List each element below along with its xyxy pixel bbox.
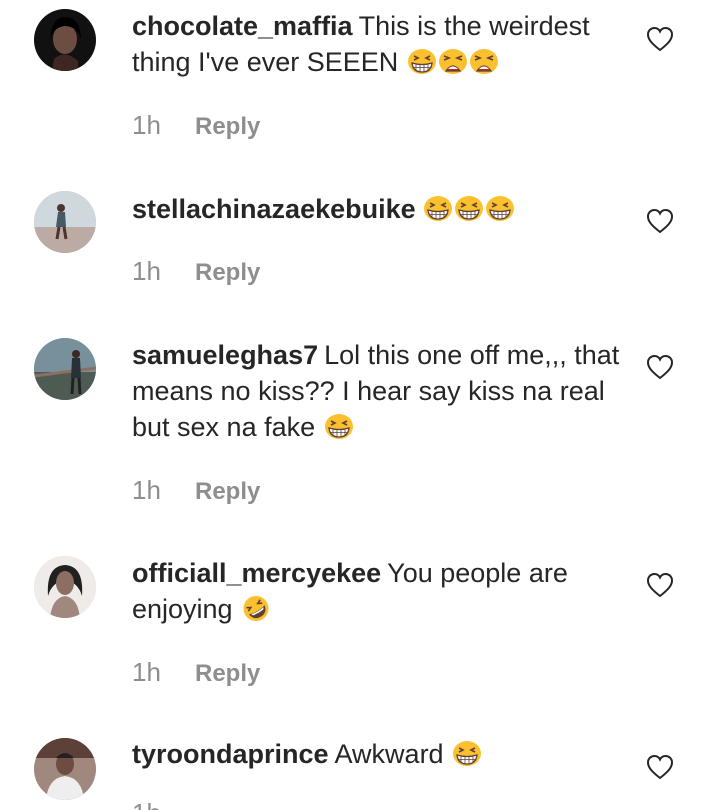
avatar-icon xyxy=(34,738,96,800)
comment-meta: 1h Reply xyxy=(132,657,260,688)
comment-username[interactable]: samueleghas7 xyxy=(132,340,318,370)
like-heart-icon[interactable] xyxy=(646,208,674,234)
like-heart-icon[interactable] xyxy=(646,26,674,52)
avatar[interactable] xyxy=(34,9,96,71)
grinning-squint-face-icon xyxy=(485,195,515,222)
comment-body: Awkward xyxy=(334,739,444,769)
avatar[interactable] xyxy=(34,338,96,400)
like-heart-icon[interactable] xyxy=(646,572,674,598)
grinning-squint-face-icon xyxy=(452,740,482,767)
grinning-squint-face-icon xyxy=(324,413,354,440)
reply-button[interactable]: Reply xyxy=(195,660,260,688)
like-heart-icon[interactable] xyxy=(646,354,674,380)
comment-text: stellachinazaekebuike xyxy=(132,191,622,227)
avatar-icon xyxy=(34,556,96,618)
comment-meta: 1h Reply xyxy=(132,256,260,287)
rolling-on-floor-laughing-icon xyxy=(241,595,271,622)
reply-button[interactable]: Reply xyxy=(195,478,260,506)
comment-text: chocolate_maffia This is the weirdest thi… xyxy=(132,8,622,80)
comment-time: 1h xyxy=(132,657,161,687)
grinning-squint-face-icon xyxy=(423,195,453,222)
avatar-icon xyxy=(34,9,96,71)
reply-button[interactable]: Reply xyxy=(195,113,260,141)
comment-meta: 1h Reply xyxy=(132,110,260,141)
reply-button[interactable]: Reply xyxy=(195,259,260,287)
comment-username[interactable]: chocolate_maffia xyxy=(132,11,353,41)
grinning-squint-face-icon xyxy=(454,195,484,222)
comment-text: officiall_mercyekee You people are enjoyi… xyxy=(132,555,622,627)
comment-meta-partial: 1h xyxy=(132,798,172,810)
avatar[interactable] xyxy=(34,738,96,800)
avatar-icon xyxy=(34,338,96,400)
grinning-squint-face-icon xyxy=(407,48,437,75)
comment-text: tyroondaprince Awkward xyxy=(132,736,622,772)
like-heart-icon[interactable] xyxy=(646,754,674,780)
tired-face-icon xyxy=(469,48,499,75)
comment-meta: 1h Reply xyxy=(132,475,260,506)
comment-username[interactable]: officiall_mercyekee xyxy=(132,558,381,588)
tired-face-icon xyxy=(438,48,468,75)
comment-username[interactable]: tyroondaprince xyxy=(132,739,329,769)
avatar[interactable] xyxy=(34,191,96,253)
comment-time: 1h xyxy=(132,798,172,810)
comment-username[interactable]: stellachinazaekebuike xyxy=(132,194,416,224)
comment-time: 1h xyxy=(132,475,161,505)
comment-time: 1h xyxy=(132,256,161,286)
avatar[interactable] xyxy=(34,556,96,618)
comment-time: 1h xyxy=(132,110,161,140)
avatar-icon xyxy=(34,191,96,253)
comment-text: samueleghas7 Lol this one off me,,, that … xyxy=(132,337,622,445)
